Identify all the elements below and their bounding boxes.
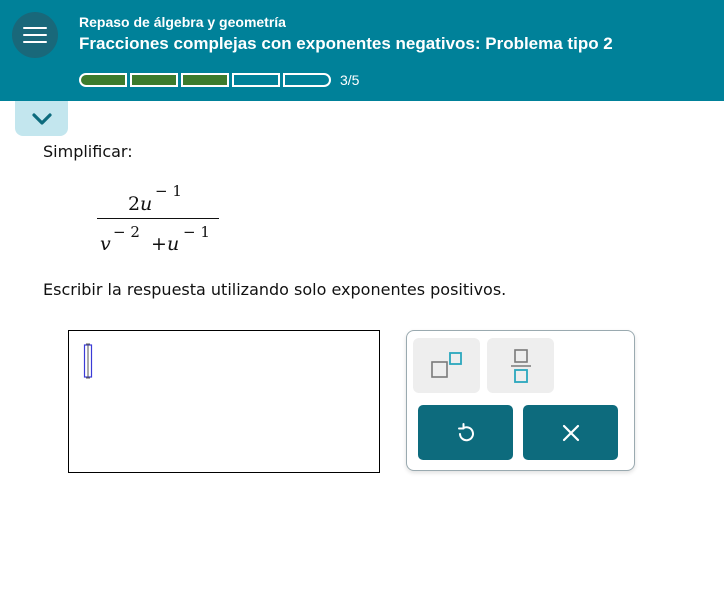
problem-title: Fracciones complejas con exponentes nega… bbox=[79, 34, 613, 53]
instruction-text-2: Escribir la respuesta utilizando solo ex… bbox=[43, 280, 507, 299]
menu-icon-line bbox=[23, 41, 47, 43]
progress-segment bbox=[79, 73, 127, 87]
progress-text: 3/5 bbox=[340, 72, 360, 88]
clear-button[interactable] bbox=[523, 405, 618, 460]
denominator-base: u bbox=[167, 233, 180, 255]
collapse-button[interactable] bbox=[15, 101, 68, 136]
instruction-text: Simplificar: bbox=[43, 142, 133, 161]
progress-segment bbox=[181, 73, 229, 87]
chevron-down-icon bbox=[31, 112, 52, 125]
denominator-exponent: − 1 bbox=[183, 223, 210, 241]
exponent-template-icon bbox=[430, 351, 462, 378]
denominator-operator: + bbox=[151, 233, 167, 255]
menu-icon-line bbox=[23, 34, 47, 36]
progress-bar: 3/5 bbox=[79, 72, 359, 88]
math-palette bbox=[406, 330, 635, 471]
fraction-bar bbox=[97, 218, 219, 219]
menu-button[interactable] bbox=[12, 12, 58, 58]
denominator-exponent: − 2 bbox=[113, 223, 140, 241]
text-cursor-icon bbox=[83, 343, 93, 379]
numerator-coefficient: 2 bbox=[128, 193, 141, 215]
numerator-exponent: − 1 bbox=[155, 182, 182, 200]
fraction-template-button[interactable] bbox=[487, 338, 554, 393]
header-bar: Repaso de álgebra y geometría Fracciones… bbox=[0, 0, 724, 101]
close-icon bbox=[562, 424, 579, 441]
math-expression: 2 u − 1 v − 2 + u − 1 bbox=[95, 178, 223, 258]
denominator-base: v bbox=[100, 233, 111, 255]
topic-title: Repaso de álgebra y geometría bbox=[79, 14, 286, 30]
numerator-base: u bbox=[140, 193, 153, 215]
fraction-template-icon bbox=[510, 348, 531, 383]
progress-segment bbox=[130, 73, 178, 87]
progress-segment bbox=[283, 73, 331, 87]
undo-button[interactable] bbox=[418, 405, 513, 460]
menu-icon-line bbox=[23, 27, 47, 29]
undo-icon bbox=[457, 422, 474, 441]
progress-segment bbox=[232, 73, 280, 87]
answer-input[interactable] bbox=[68, 330, 380, 473]
exponent-template-button[interactable] bbox=[413, 338, 480, 393]
